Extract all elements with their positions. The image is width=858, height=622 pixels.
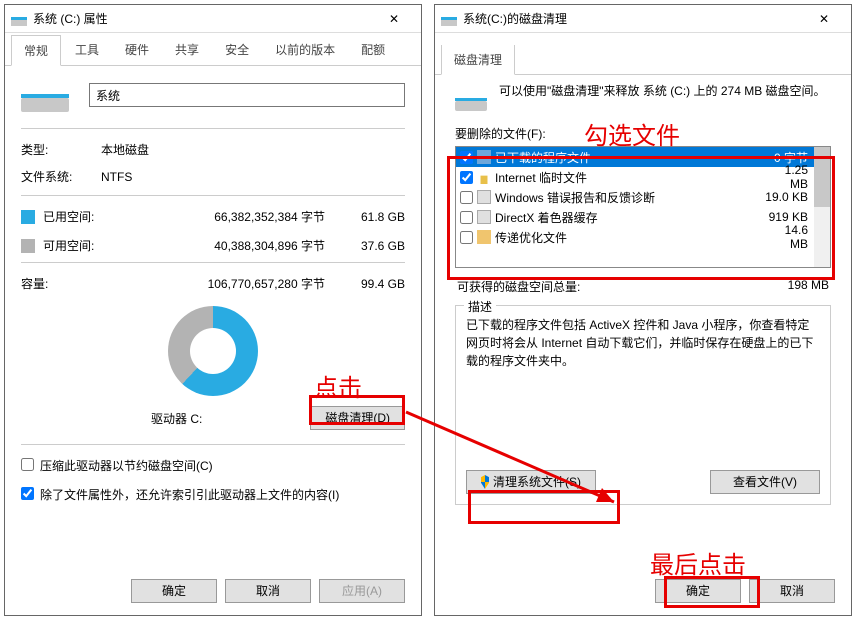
volume-icon — [21, 78, 69, 112]
compress-checkbox-row[interactable]: 压缩此驱动器以节约磁盘空间(C) — [21, 457, 405, 474]
window-title: 系统(C:)的磁盘清理 — [463, 10, 803, 27]
list-item-checkbox[interactable] — [460, 171, 473, 184]
reclaim-label: 可获得的磁盘空间总量: — [457, 278, 580, 295]
window-title: 系统 (C:) 属性 — [33, 10, 373, 27]
drive-icon — [11, 11, 27, 27]
free-bytes: 40,388,304,896 字节 — [103, 237, 335, 254]
list-item-label: Internet 临时文件 — [495, 169, 760, 186]
shield-icon — [481, 475, 489, 489]
properties-window: 系统 (C:) 属性 ✕ 常规工具硬件共享安全以前的版本配额 类型:本地磁盘 文… — [4, 4, 422, 616]
used-bytes: 66,382,352,384 字节 — [103, 208, 335, 225]
list-item[interactable]: Internet 临时文件1.25 MB — [456, 167, 830, 187]
list-item-checkbox[interactable] — [460, 191, 473, 204]
view-files-button[interactable]: 查看文件(V) — [710, 470, 820, 494]
compress-checkbox[interactable] — [21, 458, 34, 471]
file-type-icon — [477, 190, 491, 204]
tab-disk-cleanup[interactable]: 磁盘清理 — [441, 45, 515, 75]
capacity-gb: 99.4 GB — [335, 277, 405, 291]
type-label: 类型: — [21, 141, 101, 158]
used-gb: 61.8 GB — [335, 210, 405, 224]
file-type-icon — [477, 210, 491, 224]
list-item-label: 已下载的程序文件 — [495, 149, 760, 166]
volume-name-input[interactable] — [89, 83, 405, 107]
drive-letter-label: 驱动器 C: — [151, 410, 202, 427]
description-title: 描述 — [464, 298, 496, 315]
tab-2[interactable]: 硬件 — [113, 35, 161, 65]
tab-5[interactable]: 以前的版本 — [263, 35, 347, 65]
tab-6[interactable]: 配额 — [349, 35, 397, 65]
apply-button[interactable]: 应用(A) — [319, 579, 405, 603]
free-gb: 37.6 GB — [335, 239, 405, 253]
close-button[interactable]: ✕ — [373, 6, 415, 32]
list-item[interactable]: 传递优化文件14.6 MB — [456, 227, 830, 247]
free-label: 可用空间: — [43, 237, 103, 254]
list-item-label: DirectX 着色器缓存 — [495, 209, 760, 226]
reclaim-size: 198 MB — [788, 278, 829, 295]
tab-4[interactable]: 安全 — [213, 35, 261, 65]
used-color-swatch — [21, 210, 35, 224]
list-item-label: 传递优化文件 — [495, 229, 760, 246]
tab-strip: 常规工具硬件共享安全以前的版本配额 — [5, 33, 421, 66]
fs-label: 文件系统: — [21, 168, 101, 185]
cancel-button[interactable]: 取消 — [225, 579, 311, 603]
titlebar[interactable]: 系统(C:)的磁盘清理 ✕ — [435, 5, 851, 33]
type-value: 本地磁盘 — [101, 141, 149, 158]
disk-cleanup-button[interactable]: 磁盘清理(D) — [310, 406, 405, 430]
drive-icon — [455, 83, 487, 111]
disk-cleanup-window: 系统(C:)的磁盘清理 ✕ 磁盘清理 可以使用"磁盘清理"来释放 系统 (C:)… — [434, 4, 852, 616]
filelist-label: 要删除的文件(F): — [455, 125, 831, 142]
file-type-icon — [477, 170, 491, 184]
list-item-checkbox[interactable] — [460, 211, 473, 224]
tab-strip: 磁盘清理 — [435, 43, 851, 75]
list-item-label: Windows 错误报告和反馈诊断 — [495, 189, 760, 206]
close-button[interactable]: ✕ — [803, 6, 845, 32]
tab-panel-general: 类型:本地磁盘 文件系统:NTFS 已用空间: 66,382,352,384 字… — [5, 66, 421, 515]
description-text: 已下载的程序文件包括 ActiveX 控件和 Java 小程序，你查看特定网页时… — [466, 316, 820, 370]
tab-1[interactable]: 工具 — [63, 35, 111, 65]
file-list[interactable]: 已下载的程序文件0 字节Internet 临时文件1.25 MBWindows … — [455, 146, 831, 268]
file-type-icon — [477, 150, 491, 164]
compress-label: 压缩此驱动器以节约磁盘空间(C) — [40, 457, 213, 474]
index-checkbox-row[interactable]: 除了文件属性外，还允许索引引此驱动器上文件的内容(I) — [21, 486, 405, 503]
file-type-icon — [477, 230, 491, 244]
tab-3[interactable]: 共享 — [163, 35, 211, 65]
ok-button[interactable]: 确定 — [655, 579, 741, 603]
capacity-label: 容量: — [21, 275, 103, 292]
capacity-bytes: 106,770,657,280 字节 — [103, 275, 335, 292]
used-label: 已用空间: — [43, 208, 103, 225]
list-item-checkbox[interactable] — [460, 231, 473, 244]
titlebar[interactable]: 系统 (C:) 属性 ✕ — [5, 5, 421, 33]
intro-text: 可以使用"磁盘清理"来释放 系统 (C:) 上的 274 MB 磁盘空间。 — [499, 83, 826, 100]
list-item-checkbox[interactable] — [460, 151, 473, 164]
ok-button[interactable]: 确定 — [131, 579, 217, 603]
dialog-footer: 确定 取消 — [655, 579, 835, 603]
free-color-swatch — [21, 239, 35, 253]
fs-value: NTFS — [101, 170, 132, 184]
usage-donut — [168, 306, 258, 396]
drive-icon — [441, 11, 457, 27]
index-checkbox[interactable] — [21, 487, 34, 500]
tab-0[interactable]: 常规 — [11, 35, 61, 66]
index-label: 除了文件属性外，还允许索引引此驱动器上文件的内容(I) — [40, 486, 339, 503]
list-item[interactable]: Windows 错误报告和反馈诊断19.0 KB — [456, 187, 830, 207]
scrollbar-thumb[interactable] — [814, 147, 830, 207]
cancel-button[interactable]: 取消 — [749, 579, 835, 603]
scrollbar[interactable] — [814, 147, 830, 267]
clean-system-files-button[interactable]: 清理系统文件(S) — [466, 470, 596, 494]
dialog-footer: 确定 取消 应用(A) — [131, 579, 405, 603]
description-group: 描述 已下载的程序文件包括 ActiveX 控件和 Java 小程序，你查看特定… — [455, 305, 831, 505]
